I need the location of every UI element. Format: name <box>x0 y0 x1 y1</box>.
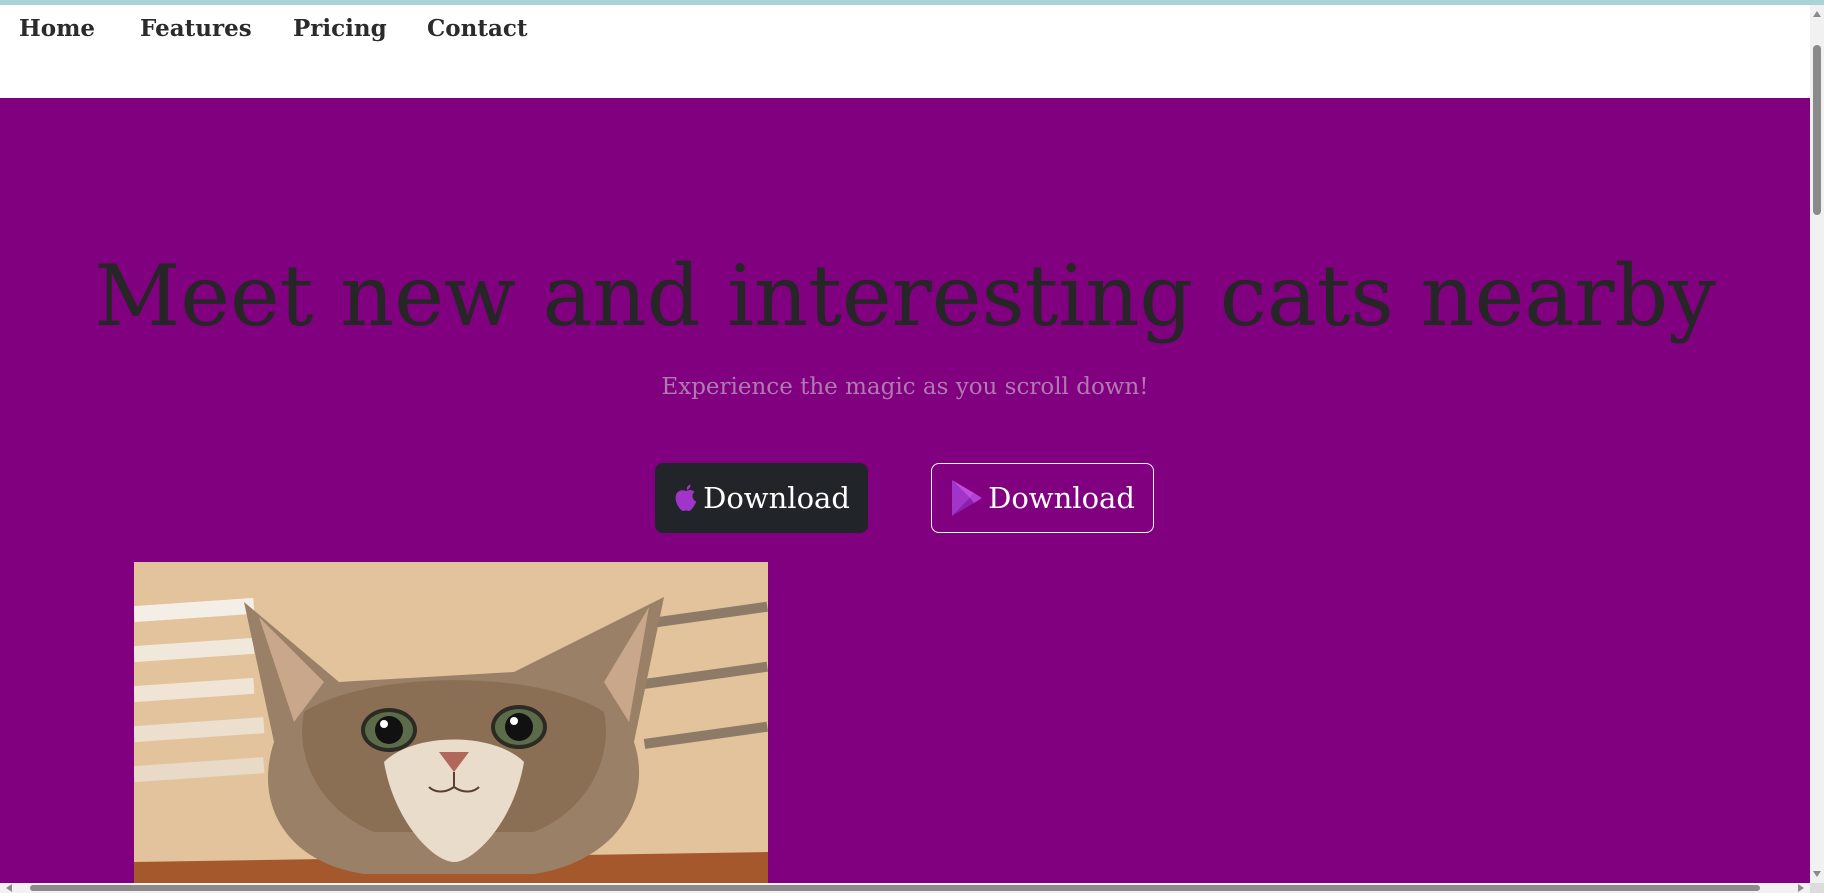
horizontal-scrollbar[interactable] <box>0 883 1810 893</box>
nav-link-home[interactable]: Home <box>19 15 95 42</box>
google-play-icon <box>950 479 984 517</box>
scrollbar-corner <box>1810 883 1824 893</box>
nav-link-contact[interactable]: Contact <box>427 15 528 42</box>
cat-photo <box>134 562 768 883</box>
nav-link-features[interactable]: Features <box>140 15 252 42</box>
apple-download-button[interactable]: Download <box>655 463 868 533</box>
vertical-scrollbar[interactable] <box>1810 5 1824 883</box>
google-play-download-button[interactable]: Download <box>931 463 1154 533</box>
hero-title: Meet new and interesting cats nearby <box>94 247 1716 345</box>
vertical-scrollbar-thumb[interactable] <box>1813 45 1821 215</box>
horizontal-scrollbar-thumb[interactable] <box>30 885 1760 891</box>
scroll-right-arrow-icon[interactable] <box>1798 884 1804 892</box>
hero-subtitle: Experience the magic as you scroll down! <box>661 374 1149 400</box>
apple-download-label: Download <box>703 481 850 515</box>
page-viewport: Home Features Pricing Contact Meet new a… <box>0 5 1810 883</box>
nav-link-pricing[interactable]: Pricing <box>293 15 387 42</box>
navbar: Home Features Pricing Contact <box>0 5 1810 98</box>
apple-icon <box>673 482 699 514</box>
scroll-up-arrow-icon[interactable] <box>1813 11 1821 17</box>
scroll-left-arrow-icon[interactable] <box>6 884 12 892</box>
hero-section: Meet new and interesting cats nearby Exp… <box>0 98 1810 883</box>
scroll-down-arrow-icon[interactable] <box>1813 871 1821 877</box>
google-play-download-label: Download <box>988 481 1135 515</box>
